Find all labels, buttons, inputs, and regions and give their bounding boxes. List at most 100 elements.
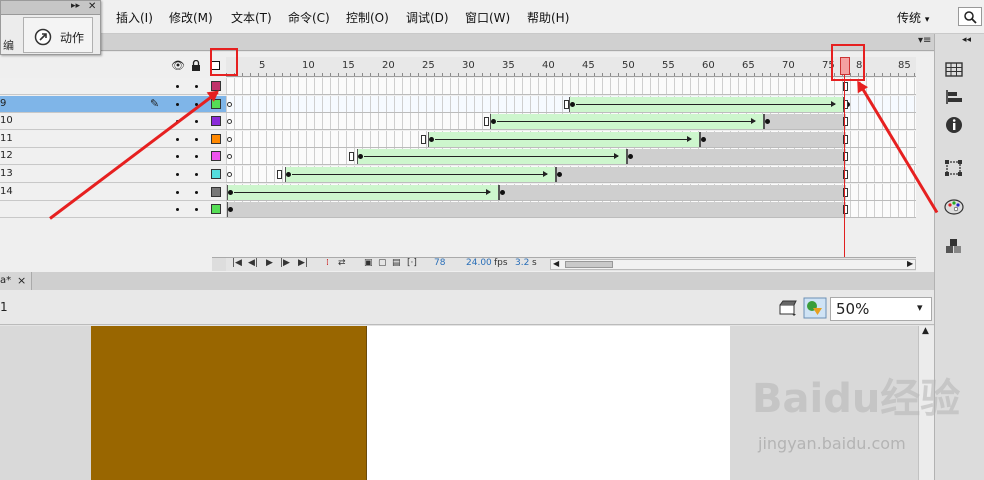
visibility-dot[interactable] [176, 155, 179, 159]
frame-end-marker[interactable] [564, 99, 569, 109]
frame-row[interactable] [226, 95, 916, 113]
keyframe[interactable] [500, 189, 505, 195]
layer-name[interactable]: 11 [0, 133, 13, 144]
align-left-icon[interactable] [943, 87, 967, 109]
static-span[interactable] [700, 131, 846, 147]
motion-tween[interactable] [285, 167, 556, 182]
zoom-select[interactable]: 50% ▾ [830, 297, 932, 321]
layer-name[interactable]: 14 [0, 186, 13, 197]
edit-scene-icon[interactable] [778, 299, 798, 317]
menu-debug[interactable]: 调试(D) [406, 9, 449, 26]
blank-keyframe[interactable] [227, 101, 232, 107]
align-panel-icon[interactable] [943, 60, 967, 82]
visibility-dot[interactable] [176, 190, 179, 194]
visibility-dot[interactable] [195, 120, 198, 124]
go-to-last-frame-icon[interactable]: ▶| [298, 258, 308, 268]
frame-end-marker[interactable] [349, 152, 354, 162]
menu-window[interactable]: 窗口(W) [465, 9, 510, 26]
visibility-dot[interactable] [195, 190, 198, 194]
stage-rectangle[interactable] [91, 326, 367, 480]
layer-name[interactable]: 13 [0, 168, 13, 179]
layer-color-swatch[interactable] [211, 204, 221, 215]
play-icon[interactable]: ▶ [266, 258, 273, 268]
menu-control[interactable]: 控制(O) [346, 9, 389, 26]
layer-color-swatch[interactable] [211, 151, 221, 162]
layer-name[interactable]: 12 [0, 150, 13, 161]
visibility-dot[interactable] [195, 155, 198, 159]
step-forward-icon[interactable]: |▶ [280, 258, 290, 268]
keyframe[interactable] [557, 172, 562, 177]
blank-keyframe[interactable] [227, 172, 232, 177]
layer-color-swatch[interactable] [211, 133, 221, 144]
motion-tween[interactable] [227, 184, 499, 200]
lock-icon[interactable] [191, 60, 201, 72]
collapse-icon[interactable]: ▸▸ [71, 1, 80, 11]
layer-name[interactable]: 9 [0, 98, 6, 109]
frame-end-marker[interactable] [484, 117, 489, 127]
scene-label[interactable]: 1 [0, 300, 8, 314]
visibility-dot[interactable] [176, 137, 179, 141]
static-span[interactable] [764, 114, 846, 130]
timeline-hscroll[interactable]: ◀ ▶ [550, 259, 916, 270]
transform-icon[interactable] [943, 158, 967, 180]
visibility-dot[interactable] [195, 85, 198, 88]
loop-icon[interactable]: ⇄ [338, 258, 346, 268]
frame-row[interactable] [226, 78, 916, 95]
layer-row[interactable] [0, 201, 226, 219]
motion-tween[interactable] [490, 114, 764, 130]
workspace-switcher[interactable]: 传统 ▾ [897, 9, 929, 26]
frame-row[interactable] [226, 183, 916, 201]
visibility-dot[interactable] [176, 208, 179, 212]
scroll-left-icon[interactable]: ◀ [553, 259, 559, 268]
onion-skin-icon[interactable]: ▣ [364, 258, 373, 268]
layer-color-swatch[interactable] [211, 116, 221, 127]
scroll-right-icon[interactable]: ▶ [907, 259, 913, 268]
visibility-dot[interactable] [195, 173, 198, 176]
layer-name[interactable]: 10 [0, 115, 13, 126]
layer-row[interactable]: 10 [0, 113, 226, 131]
static-span[interactable] [499, 184, 846, 200]
edit-multiple-frames-icon[interactable]: ▤ [392, 258, 401, 268]
menu-insert[interactable]: 插入(I) [116, 9, 153, 26]
menu-help[interactable]: 帮助(H) [527, 9, 569, 26]
static-span[interactable] [227, 202, 846, 218]
static-span[interactable] [556, 167, 846, 182]
visibility-dot[interactable] [195, 137, 198, 141]
frame-end-marker[interactable] [277, 170, 282, 179]
document-tab[interactable]: a* × [0, 272, 32, 290]
menu-modify[interactable]: 修改(M) [169, 9, 213, 26]
frame-end-marker[interactable] [421, 134, 426, 144]
layer-row[interactable]: 11 [0, 130, 226, 148]
step-back-icon[interactable]: ◀| [248, 258, 258, 268]
keyframe[interactable] [429, 136, 434, 142]
frame-row[interactable] [226, 166, 916, 183]
layer-row[interactable]: 12 [0, 148, 226, 166]
layer-row[interactable]: 14 [0, 183, 226, 201]
color-palette-icon[interactable] [943, 197, 967, 219]
frame-row[interactable] [226, 130, 916, 148]
keyframe[interactable] [701, 136, 706, 142]
layer-row[interactable] [0, 78, 226, 95]
modify-markers-icon[interactable]: [·] [407, 258, 417, 268]
motion-tween[interactable] [357, 149, 627, 165]
playhead-line[interactable] [844, 57, 845, 257]
center-frame-icon[interactable]: ⁞ [326, 258, 329, 268]
visibility-dot[interactable] [176, 102, 179, 106]
frame-rate[interactable]: 24.00 [466, 258, 492, 268]
close-icon[interactable]: ✕ [88, 1, 96, 12]
blank-keyframe[interactable] [227, 136, 232, 142]
layer-color-swatch[interactable] [211, 169, 221, 179]
search-box[interactable] [958, 7, 982, 26]
blank-keyframe[interactable] [227, 119, 232, 125]
frame-row[interactable] [226, 201, 916, 219]
visibility-dot[interactable] [195, 208, 198, 212]
visibility-dot[interactable] [176, 173, 179, 176]
keyframe[interactable] [228, 189, 233, 195]
layer-color-swatch[interactable] [211, 186, 221, 197]
static-span[interactable] [627, 149, 846, 165]
keyframe[interactable] [570, 101, 575, 107]
info-icon[interactable] [943, 115, 967, 137]
onion-outline-icon[interactable]: ▢ [378, 258, 387, 268]
keyframe[interactable] [286, 172, 291, 177]
frame-ruler[interactable]: 5 10 15 20 25 30 35 40 45 50 55 60 65 70 75 8 85 [226, 57, 916, 77]
